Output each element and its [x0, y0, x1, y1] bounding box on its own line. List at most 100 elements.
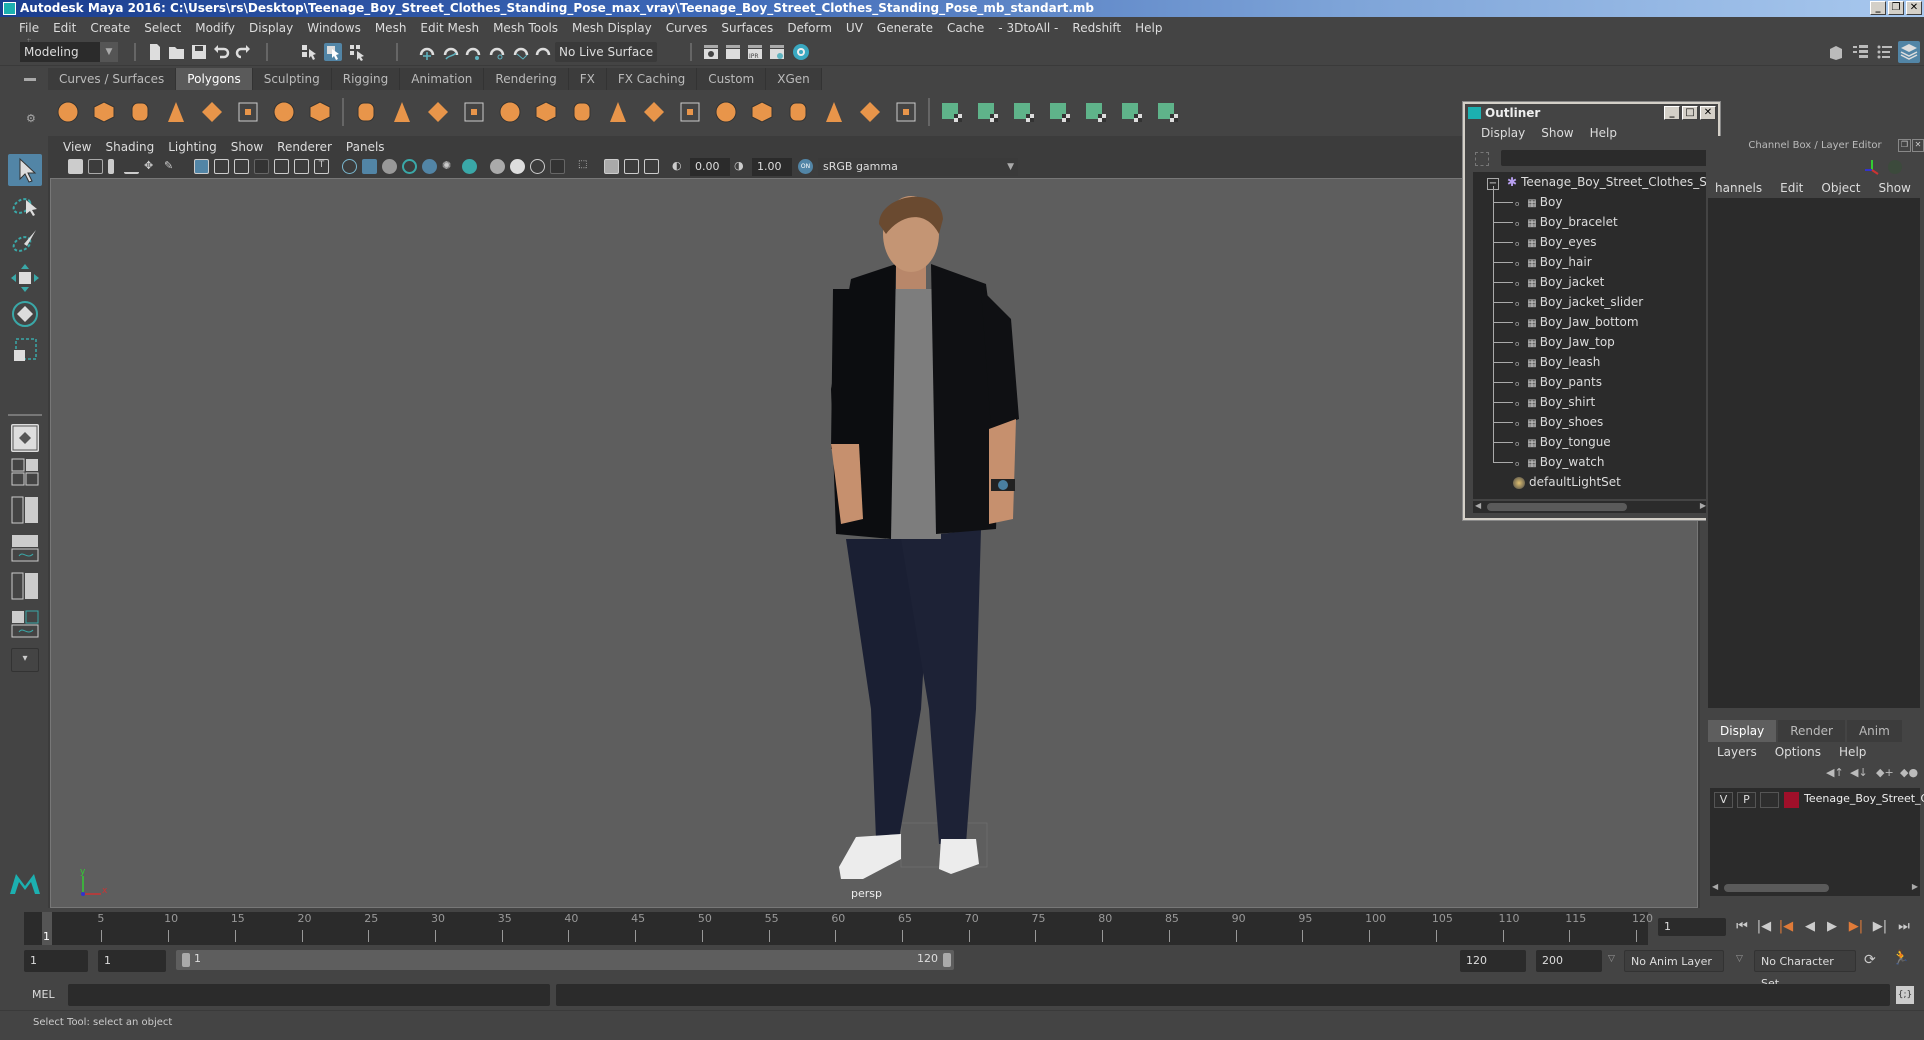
playback-end-field[interactable]: 120 [1460, 950, 1526, 972]
outliner-horizontal-scrollbar[interactable]: ◀ ▶ [1473, 501, 1708, 513]
outliner-menu-help[interactable]: Help [1582, 126, 1625, 140]
use-all-lights-icon[interactable]: ✺ [442, 159, 457, 174]
viewport-menu-shading[interactable]: Shading [98, 138, 161, 156]
outliner-menu-display[interactable]: Display [1473, 126, 1533, 140]
hypershade-persp-layout-button[interactable] [11, 572, 39, 600]
snap-to-point-icon[interactable] [464, 43, 482, 61]
animation-end-field[interactable]: 200 [1536, 950, 1602, 972]
shelf-tab-xgen[interactable]: XGen [766, 68, 822, 90]
viewport-menu-panels[interactable]: Panels [339, 138, 392, 156]
mirror-icon[interactable] [426, 100, 450, 124]
step-back-frame-button[interactable]: |◀ [1754, 918, 1774, 936]
smooth-icon[interactable] [462, 100, 486, 124]
time-slider[interactable]: 1 5 10 15 20 25 30 35 40 45 50 55 60 65 70 75 80 85 90 95 10… [24, 912, 1653, 945]
close-panel-icon[interactable]: ✕ [1912, 139, 1924, 152]
play-forwards-button[interactable]: ▶ [1822, 918, 1842, 936]
menu-windows[interactable]: Windows [300, 21, 368, 35]
snap-to-grid-icon[interactable] [418, 43, 436, 61]
poly-pipe-icon[interactable] [308, 100, 332, 124]
textured-icon[interactable] [422, 159, 437, 174]
render-settings-icon[interactable] [768, 43, 786, 61]
save-scene-icon[interactable] [190, 43, 208, 61]
range-slider[interactable]: 1 120 [176, 950, 954, 970]
shadows-icon[interactable] [462, 159, 477, 174]
fill-hole-icon[interactable] [678, 100, 702, 124]
menu-modify[interactable]: Modify [188, 21, 242, 35]
go-to-start-button[interactable]: ⏮ [1732, 918, 1752, 936]
quadrangulate-icon[interactable] [858, 100, 882, 124]
uv-automatic-icon[interactable] [1048, 100, 1072, 124]
menu-generate[interactable]: Generate [870, 21, 940, 35]
layer-type-toggle[interactable] [1760, 792, 1779, 808]
exposure-field[interactable]: 0.00 [690, 158, 730, 176]
filter-icon[interactable] [1475, 152, 1489, 166]
mel-label[interactable]: MEL [32, 988, 55, 1001]
uv-planar-icon[interactable] [940, 100, 964, 124]
outliner-item[interactable]: o ▦ Boy_shirt [1493, 392, 1595, 412]
menu-curves[interactable]: Curves [659, 21, 715, 35]
shelf-tab-rendering[interactable]: Rendering [484, 68, 569, 90]
menu-file[interactable]: File [12, 21, 46, 35]
depth-of-field-icon[interactable] [550, 159, 565, 174]
snap-to-curve-icon[interactable] [442, 43, 460, 61]
outliner-title-bar[interactable]: Outliner _ □ ✕ [1465, 104, 1718, 122]
screen-space-ao-icon[interactable] [490, 159, 505, 174]
layer-row[interactable]: V P Teenage_Boy_Street_C [1710, 788, 1924, 812]
insert-edge-loop-icon[interactable] [750, 100, 774, 124]
menu-mesh-tools[interactable]: Mesh Tools [486, 21, 565, 35]
lasso-tool-button[interactable] [8, 190, 42, 222]
move-layer-up-icon[interactable]: ◀↑ [1826, 766, 1844, 779]
outliner-maximize-button[interactable]: □ [1682, 106, 1698, 120]
character-set-select[interactable]: No Character Set [1754, 950, 1856, 990]
outliner-item[interactable]: o ▦ Boy [1493, 192, 1562, 212]
gamma-field[interactable]: 1.00 [752, 158, 792, 176]
menu-edit[interactable]: Edit [46, 21, 83, 35]
resolution-gate-icon[interactable] [234, 159, 249, 174]
field-chart-icon[interactable] [274, 159, 289, 174]
shelf-tab-sculpting[interactable]: Sculpting [252, 68, 332, 90]
undo-icon[interactable] [212, 43, 230, 61]
scroll-right-icon[interactable]: ▶ [1912, 882, 1918, 891]
outliner-item[interactable]: o ▦ Boy_watch [1493, 452, 1605, 472]
menu-3dtoall[interactable]: - 3DtoAll - [991, 21, 1065, 35]
shelf-settings-gear-icon[interactable]: ⚙ [26, 112, 36, 125]
viewport-menu-show[interactable]: Show [224, 138, 270, 156]
scroll-left-icon[interactable]: ◀ [1475, 501, 1481, 510]
menu-mesh[interactable]: Mesh [368, 21, 414, 35]
snap-to-projected-center-icon[interactable] [488, 43, 506, 61]
multisample-aa-icon[interactable] [530, 159, 545, 174]
menu-cache[interactable]: Cache [940, 21, 991, 35]
hscroll-thumb[interactable] [1487, 503, 1627, 511]
xray-active-components-icon[interactable] [624, 159, 639, 174]
outliner-item[interactable]: o ▦ Boy_jacket_slider [1493, 292, 1643, 312]
perspective-viewport[interactable]: persp y x [50, 178, 1698, 908]
layer-playback-toggle[interactable]: P [1737, 792, 1756, 808]
tool-settings-icon[interactable] [1876, 43, 1894, 61]
outliner-item[interactable]: o ▦ Boy_pants [1493, 372, 1602, 392]
modeling-toolkit-icon[interactable] [1828, 43, 1846, 61]
xray-icon[interactable] [402, 159, 417, 174]
image-plane-icon[interactable] [124, 159, 139, 174]
attribute-editor-icon[interactable] [1852, 43, 1870, 61]
menu-set-selector[interactable]: Modeling ▼ [20, 42, 118, 62]
motion-blur-icon[interactable] [510, 159, 525, 174]
persp-graph-outliner-layout-button[interactable] [11, 610, 39, 638]
2d-pan-zoom-icon[interactable]: ✥ [144, 159, 159, 174]
layer-name[interactable]: Teenage_Boy_Street_C [1804, 792, 1924, 805]
single-perspective-view-button[interactable] [11, 424, 39, 452]
layer-visibility-toggle[interactable]: V [1714, 792, 1733, 808]
current-time-marker[interactable]: 1 [42, 912, 52, 945]
shelf-tab-fx[interactable]: FX [568, 68, 607, 90]
select-by-hierarchy-icon[interactable] [300, 43, 318, 61]
shelf-tab-rigging[interactable]: Rigging [331, 68, 401, 90]
chevron-down-icon[interactable]: ▽ [1608, 954, 1615, 964]
ipr-render-icon[interactable]: IPR [746, 43, 764, 61]
current-frame-field[interactable]: 1 [1658, 918, 1726, 936]
menu-select[interactable]: Select [137, 21, 188, 35]
outliner-item[interactable]: o ▦ Boy_hair [1493, 252, 1592, 272]
new-layer-from-selected-icon[interactable]: ◆● [1900, 766, 1918, 779]
outliner-item[interactable]: o ▦ Boy_tongue [1493, 432, 1611, 452]
make-live-icon[interactable] [534, 43, 552, 61]
triangulate-icon[interactable] [822, 100, 846, 124]
outliner-item[interactable]: o ▦ Boy_shoes [1493, 412, 1603, 432]
